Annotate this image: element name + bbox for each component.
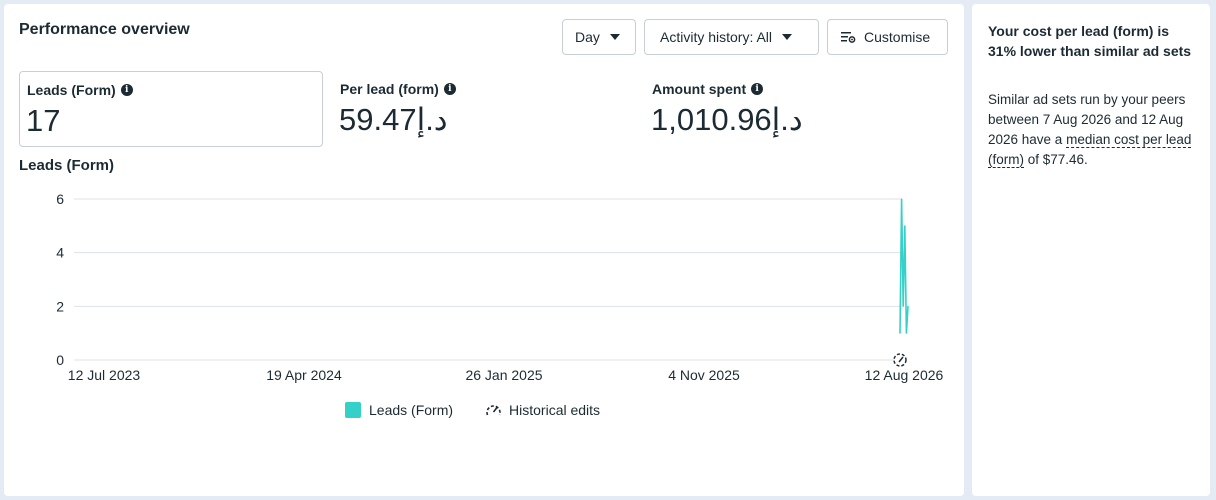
x-tick-label: 12 Aug 2026 <box>865 367 944 383</box>
historical-edit-marker-icon[interactable] <box>893 353 907 367</box>
y-tick-label: 2 <box>56 298 64 314</box>
x-tick-label: 12 Jul 2023 <box>68 367 141 383</box>
legend-edits-label[interactable]: Historical edits <box>509 402 600 418</box>
data-point <box>905 332 908 334</box>
insight-body-suffix: of $77.46. <box>1024 152 1088 167</box>
insight-body: Similar ad sets run by your peers betwee… <box>988 90 1198 170</box>
insight-panel: Your cost per lead (form) is 31% lower t… <box>972 4 1210 496</box>
x-tick-label: 26 Jan 2025 <box>465 367 542 383</box>
data-point <box>899 332 901 334</box>
y-tick-label: 6 <box>56 191 64 207</box>
y-tick-label: 0 <box>56 352 64 368</box>
series-line <box>899 198 909 334</box>
y-tick-label: 4 <box>56 245 64 261</box>
data-point <box>902 305 904 307</box>
leads-chart: 0 2 4 6 12 Jul 2023 19 Apr 2024 26 Jan 2025 4 N… <box>56 191 944 383</box>
legend-series-label[interactable]: Leads (Form) <box>369 402 453 418</box>
chart-legend: Leads (Form) Historical edits <box>345 402 600 418</box>
x-tick-label: 4 Nov 2025 <box>668 367 740 383</box>
insight-heading: Your cost per lead (form) is 31% lower t… <box>988 23 1192 59</box>
performance-panel: Performance overview Day Activity histor… <box>4 4 964 496</box>
data-point <box>904 225 906 227</box>
legend-swatch <box>345 402 361 418</box>
historical-edits-icon <box>485 403 502 418</box>
data-point <box>907 305 909 307</box>
data-point <box>901 198 903 200</box>
x-tick-label: 19 Apr 2024 <box>266 367 342 383</box>
